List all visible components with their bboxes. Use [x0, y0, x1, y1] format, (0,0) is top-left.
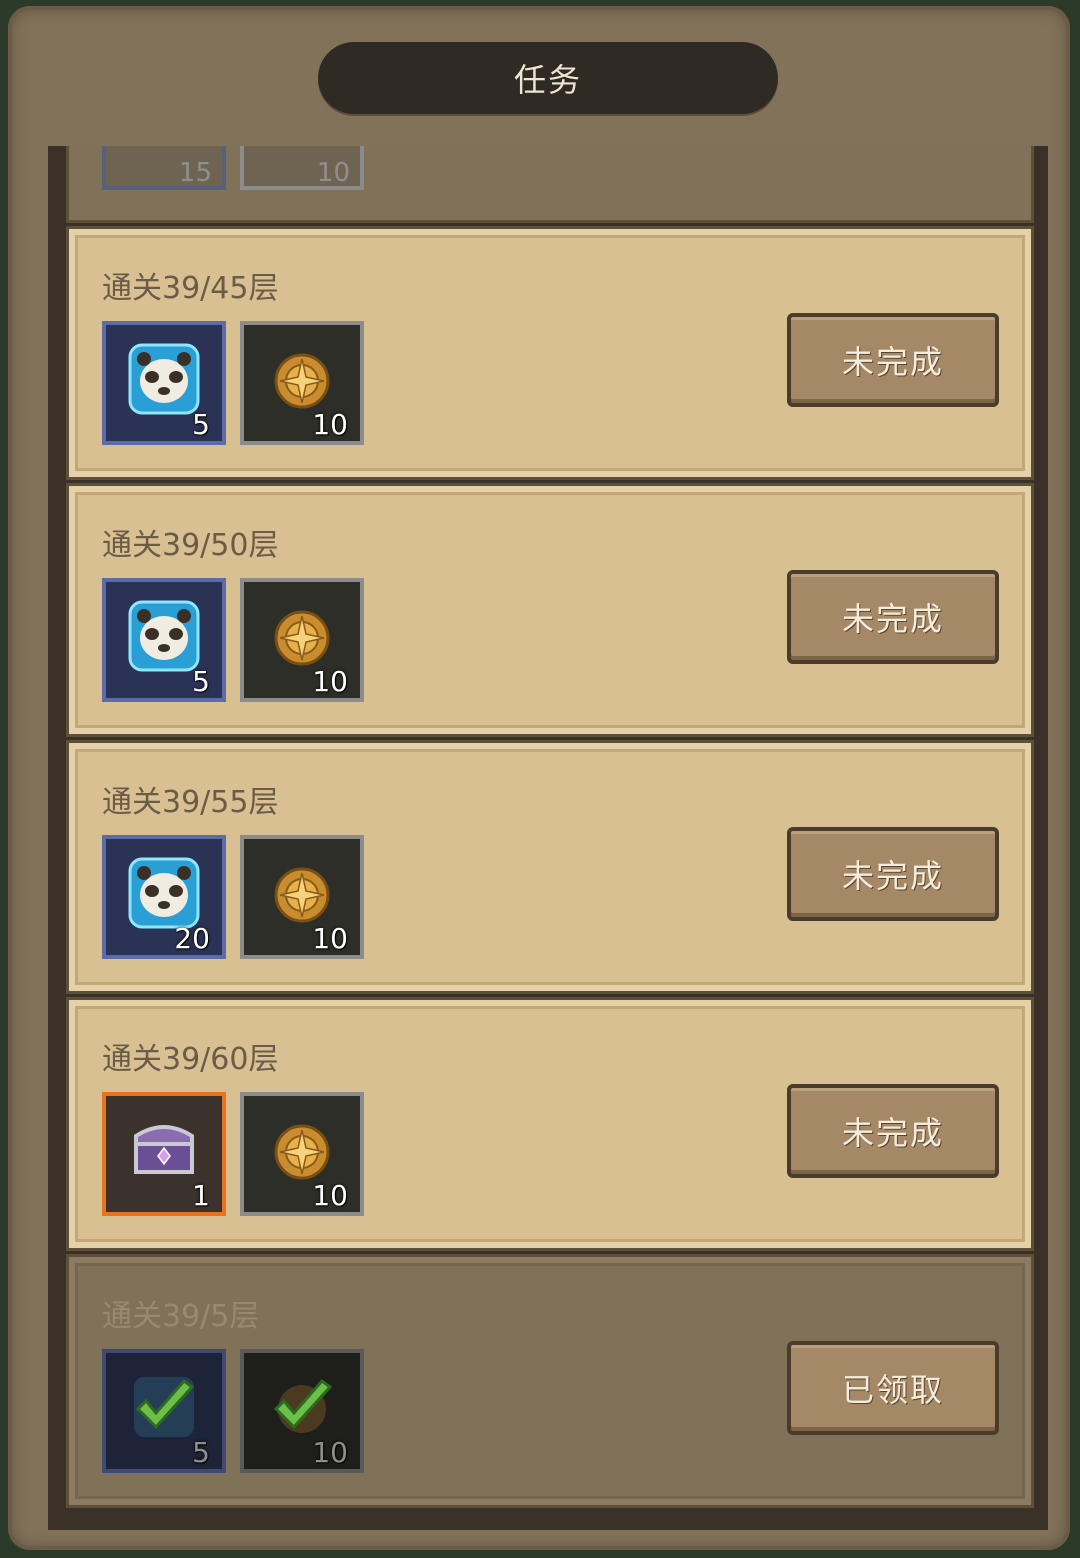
gold-medal-icon: [274, 1124, 330, 1180]
panda-head-icon: [128, 857, 200, 929]
reward-count: 10: [312, 1436, 348, 1469]
quest-row: 通关39/50层 5 10 未完成: [66, 483, 1034, 737]
reward-slot-medal[interactable]: 10: [240, 578, 364, 702]
quest-claimed-button[interactable]: 已领取: [787, 1341, 999, 1435]
reward-count: 10: [312, 1179, 348, 1212]
reward-count: 10: [312, 408, 348, 441]
reward-slot-medal: 10: [240, 1349, 364, 1473]
reward-count: 20: [174, 922, 210, 955]
reward-slot-medal[interactable]: 10: [240, 1092, 364, 1216]
quest-title: 通关39/55层: [102, 785, 279, 820]
reward-count: 5: [192, 665, 210, 698]
reward-count: 10: [312, 665, 348, 698]
quest-status-button[interactable]: 未完成: [787, 827, 999, 921]
reward-count: 5: [192, 1436, 210, 1469]
quest-row: 通关39/60层 1 10 未完成: [66, 997, 1034, 1251]
reward-count: 10: [312, 922, 348, 955]
quest-title: 通关39/60层: [102, 1042, 279, 1077]
quest-list[interactable]: 15 10 通关39/45层 5 10 未完成 通关39/50层 5 10 未完…: [48, 146, 1048, 1530]
reward-count: 5: [192, 408, 210, 441]
quest-title: 通关39/5层: [102, 1299, 260, 1334]
quest-row-partial: 15 10: [66, 146, 1034, 223]
panda-head-icon: [128, 343, 200, 415]
gold-medal-icon: [274, 353, 330, 409]
reward-slot-panda[interactable]: 20: [102, 835, 226, 959]
quest-row-claimed: 通关39/5层 5 10 已领取: [66, 1254, 1034, 1508]
reward-slot-medal[interactable]: 10: [240, 835, 364, 959]
reward-slot: 10: [240, 146, 364, 190]
gold-medal-icon: [274, 867, 330, 923]
reward-slot-chest[interactable]: 1: [102, 1092, 226, 1216]
quest-status-button[interactable]: 未完成: [787, 313, 999, 407]
reward-slot-panda[interactable]: 5: [102, 578, 226, 702]
reward-slot-panda: 5: [102, 1349, 226, 1473]
purple-chest-icon: [134, 1125, 194, 1174]
title-bar: 任务: [318, 42, 778, 114]
reward-count: 10: [316, 158, 350, 188]
reward-slot-panda[interactable]: 5: [102, 321, 226, 445]
quest-panel: 任务 15 10 通关39/45层 5 10 未完成 通关39/50层 5 10…: [8, 6, 1070, 1550]
reward-count: 15: [178, 158, 212, 188]
reward-count: 1: [192, 1179, 210, 1212]
reward-slot-medal[interactable]: 10: [240, 321, 364, 445]
reward-slot: 15: [102, 146, 226, 190]
quest-status-button[interactable]: 未完成: [787, 1084, 999, 1178]
quest-title: 通关39/50层: [102, 528, 279, 563]
quest-row: 通关39/55层 20 10 未完成: [66, 740, 1034, 994]
gold-medal-icon: [274, 610, 330, 666]
checkmark-icon: [273, 1378, 333, 1433]
quest-status-button[interactable]: 未完成: [787, 570, 999, 664]
checkmark-icon: [134, 1377, 195, 1437]
panda-head-icon: [128, 600, 200, 672]
quest-title: 通关39/45层: [102, 271, 279, 306]
quest-row: 通关39/45层 5 10 未完成: [66, 226, 1034, 480]
panel-title: 任务: [513, 61, 582, 99]
